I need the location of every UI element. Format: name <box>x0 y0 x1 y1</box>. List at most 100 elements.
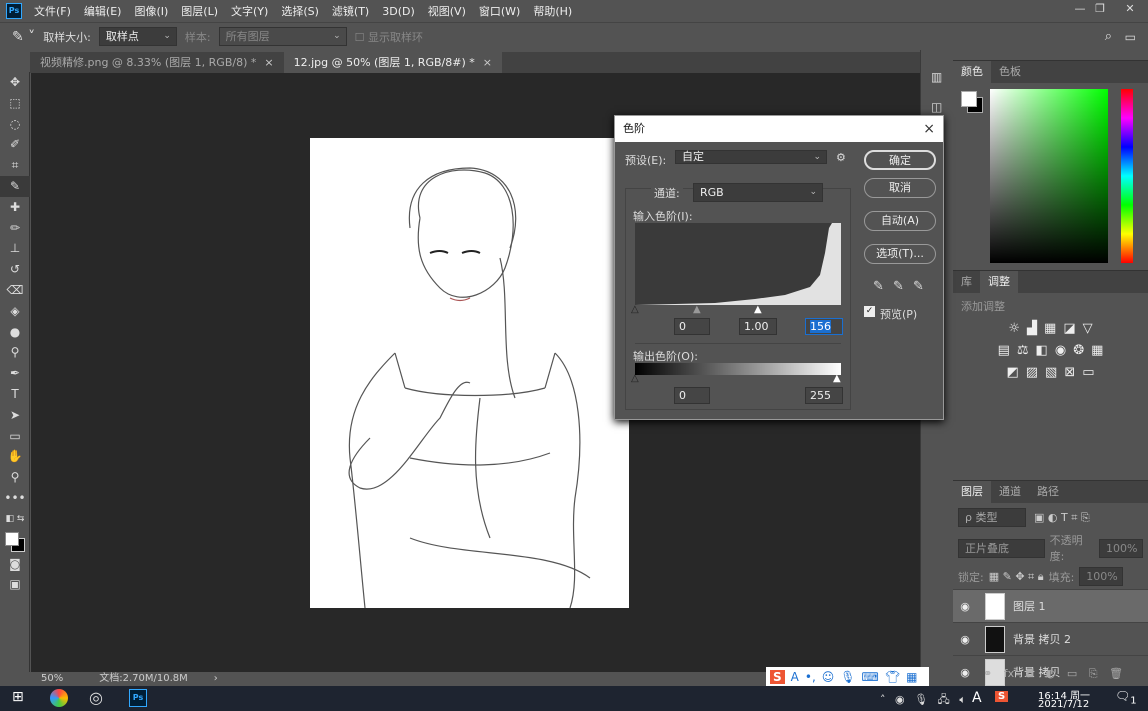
show-ring-checkbox[interactable]: ☐ 显示取样环 <box>355 29 423 45</box>
quick-mask-icon[interactable]: ◙ <box>0 554 30 575</box>
output-black-field[interactable]: 0 <box>674 387 710 404</box>
levels-icon[interactable]: ▟ <box>1027 321 1037 336</box>
black-white-icon[interactable]: ◧ <box>1036 343 1048 358</box>
input-gamma-slider[interactable]: ▲ <box>693 304 701 315</box>
gradient-map-icon[interactable]: ▭ <box>1082 365 1094 380</box>
filter-icons[interactable]: ▣ ◐ T ⌗ ⎘ <box>1034 511 1090 525</box>
punct-icon[interactable]: •, <box>805 670 816 684</box>
color-swatches[interactable] <box>0 530 29 554</box>
hue-saturation-icon[interactable]: ▤ <box>998 343 1010 358</box>
output-white-slider[interactable]: ▲ <box>833 373 841 384</box>
emoji-icon[interactable]: ☺ <box>822 670 835 684</box>
sample-size-select[interactable]: 取样点 ⌄ <box>98 27 177 46</box>
search-icon[interactable]: ⌕ <box>1105 29 1112 44</box>
minimize-button[interactable]: — <box>1070 2 1090 15</box>
preview-checkbox[interactable]: ✓ <box>864 306 875 317</box>
color-lookup-icon[interactable]: ▦ <box>1091 343 1103 358</box>
output-black-slider[interactable]: △ <box>631 373 639 384</box>
ime-mode-icon[interactable]: A <box>791 670 799 684</box>
preset-select[interactable]: 自定 ⌄ <box>675 150 827 164</box>
fill-field[interactable]: 100% <box>1079 567 1124 586</box>
menu-3d[interactable]: 3D(D) <box>382 5 415 18</box>
crop-tool-icon[interactable]: ⌗ <box>0 155 30 176</box>
eyedropper-tool-icon[interactable]: ✎ <box>0 175 30 197</box>
tab-libraries[interactable]: 库 <box>953 271 980 293</box>
hand-tool-icon[interactable]: ✋ <box>0 446 30 467</box>
lock-icons[interactable]: ▦ ✎ ✥ ⌗ 🔒︎ <box>989 570 1044 584</box>
channel-select[interactable]: RGB ⌄ <box>693 183 823 202</box>
menu-layer[interactable]: 图层(L) <box>181 3 218 19</box>
eye-icon[interactable]: ◉ <box>953 633 977 646</box>
paint-bucket-icon[interactable]: ◈ <box>0 301 30 322</box>
menu-filter[interactable]: 滤镜(T) <box>332 3 369 19</box>
cancel-button[interactable]: 取消 <box>864 178 936 198</box>
toolbox-icon[interactable]: ▦ <box>906 670 917 684</box>
rectangle-tool-icon[interactable]: ▭ <box>0 426 30 447</box>
options-button[interactable]: 选项(T)... <box>864 244 936 264</box>
menu-type[interactable]: 文字(Y) <box>231 3 268 19</box>
tab-color[interactable]: 颜色 <box>953 61 991 83</box>
sample-select[interactable]: 所有图层 ⌄ <box>218 27 347 46</box>
color-field[interactable] <box>990 89 1108 263</box>
windows-start-icon[interactable]: ⊞ <box>12 689 24 705</box>
channel-mixer-icon[interactable]: ❂ <box>1073 343 1084 358</box>
gray-eyedropper-icon[interactable]: ✎ <box>893 279 904 294</box>
output-white-field[interactable]: 255 <box>805 387 843 404</box>
invert-icon[interactable]: ◩ <box>1006 365 1018 380</box>
close-tab-icon[interactable]: × <box>264 56 273 69</box>
close-window-button[interactable]: ✕ <box>1120 2 1140 15</box>
input-white-slider[interactable]: ▲ <box>754 304 762 315</box>
input-black-field[interactable]: 0 <box>674 318 710 335</box>
type-tool-icon[interactable]: T <box>0 384 30 405</box>
curves-icon[interactable]: ▦ <box>1044 321 1056 336</box>
more-tools-icon[interactable]: ••• <box>0 488 30 509</box>
eye-icon[interactable]: ◉ <box>953 666 977 679</box>
ok-button[interactable]: 确定 <box>864 150 936 170</box>
path-select-icon[interactable]: ➤ <box>0 405 30 426</box>
blur-tool-icon[interactable]: ● <box>0 322 30 343</box>
ime-toolbar[interactable]: S A •, ☺ 🎙︎ ⌨ 👕︎ ▦ <box>766 667 929 687</box>
screen-mode-icon[interactable]: ▣ <box>0 574 30 595</box>
input-black-slider[interactable]: △ <box>631 304 639 315</box>
tab-swatches[interactable]: 色板 <box>991 61 1029 83</box>
tab-channels[interactable]: 通道 <box>991 481 1029 503</box>
healing-tool-icon[interactable]: ✚ <box>0 197 30 218</box>
vibrance-icon[interactable]: ▽ <box>1083 321 1093 336</box>
menu-window[interactable]: 窗口(W) <box>479 3 520 19</box>
zoom-level[interactable]: 50% <box>41 672 63 686</box>
menu-view[interactable]: 视图(V) <box>428 3 466 19</box>
properties-panel-icon[interactable]: ◫ <box>931 100 952 114</box>
white-eyedropper-icon[interactable]: ✎ <box>913 279 924 294</box>
obs-icon[interactable]: ◎ <box>89 688 103 707</box>
close-dialog-button[interactable]: × <box>923 116 935 142</box>
photo-filter-icon[interactable]: ◉ <box>1055 343 1066 358</box>
restore-button[interactable]: ❐ <box>1090 2 1110 15</box>
posterize-icon[interactable]: ▨ <box>1026 365 1038 380</box>
input-gamma-field[interactable]: 1.00 <box>739 318 777 335</box>
notification-icon[interactable]: 🗨︎1 <box>1115 689 1137 706</box>
status-expand-icon[interactable]: › <box>214 672 218 686</box>
layer-row[interactable]: ◉ 图层 1 <box>953 589 1148 622</box>
sogou-tray-icon[interactable]: S <box>995 691 1009 702</box>
eye-icon[interactable]: ◉ <box>953 600 977 613</box>
close-tab-icon[interactable]: × <box>483 56 492 69</box>
foreground-color[interactable] <box>961 91 977 107</box>
tab-video-retouch[interactable]: 视频精修.png @ 8.33% (图层 1, RGB/8) * × <box>30 52 284 73</box>
photoshop-taskbar-icon[interactable]: Ps <box>129 689 147 707</box>
exposure-icon[interactable]: ◪ <box>1063 321 1075 336</box>
hue-slider[interactable] <box>1121 89 1133 263</box>
eraser-tool-icon[interactable]: ⌫ <box>0 280 30 301</box>
menu-file[interactable]: 文件(F) <box>34 3 71 19</box>
auto-button[interactable]: 自动(A) <box>864 211 936 231</box>
lasso-tool-icon[interactable]: ◌ <box>0 114 30 135</box>
ime-indicator[interactable]: A <box>972 690 982 706</box>
workspace-icon[interactable]: ▭ <box>1125 30 1136 44</box>
quick-select-tool-icon[interactable]: ✐ <box>0 134 30 155</box>
menu-edit[interactable]: 编辑(E) <box>84 3 122 19</box>
tab-paths[interactable]: 路径 <box>1029 481 1067 503</box>
browser-icon[interactable] <box>50 689 68 707</box>
skin-icon[interactable]: 👕︎ <box>885 670 900 684</box>
input-white-field[interactable]: 156 <box>805 318 843 335</box>
history-brush-icon[interactable]: ↺ <box>0 259 30 280</box>
history-panel-icon[interactable]: ▥ <box>931 70 952 84</box>
